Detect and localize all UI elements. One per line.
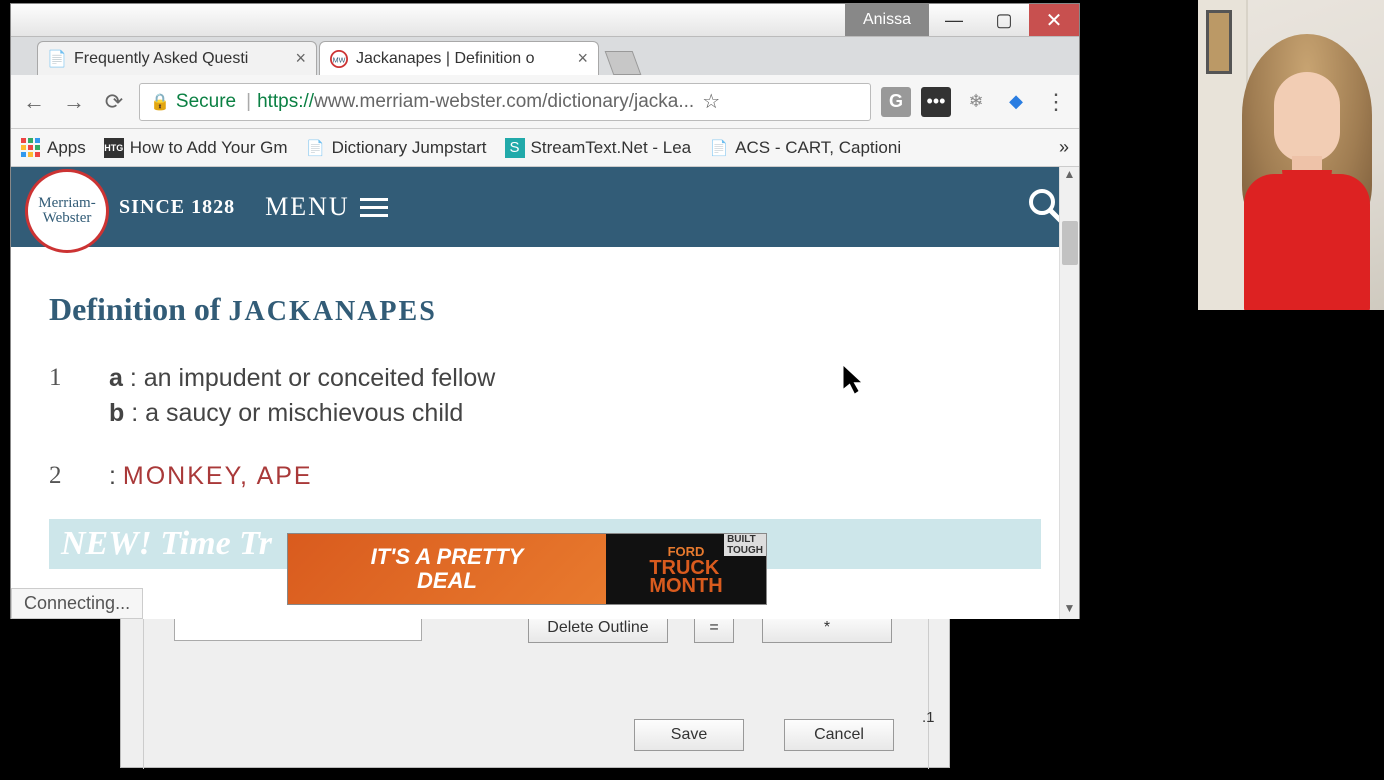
secure-label: Secure (176, 91, 236, 113)
menu-button[interactable]: MENU (265, 192, 388, 222)
hamburger-icon (360, 198, 388, 217)
profile-badge[interactable]: Anissa (845, 4, 929, 36)
version-label: .1 (922, 709, 935, 726)
chrome-window: Anissa — ▢ ✕ 📄 Frequently Asked Questi ×… (10, 3, 1080, 619)
extension-ellipsis-icon[interactable]: ••• (921, 87, 951, 117)
bookmarks-bar: Apps HTG How to Add Your Gm 📄 Dictionary… (11, 129, 1079, 167)
cross-ref-link[interactable]: APE (257, 462, 313, 490)
extension-gem-icon[interactable]: ◆ (1001, 87, 1031, 117)
scroll-down-icon[interactable]: ▼ (1064, 601, 1076, 619)
file-icon: 📄 (709, 138, 729, 158)
cross-ref-link[interactable]: MONKEY (123, 462, 240, 490)
bookmark-label: How to Add Your Gm (130, 138, 288, 158)
close-tab-icon[interactable]: × (295, 48, 306, 69)
background-dialog: Delete Outline = * Save Cancel .1 (120, 608, 950, 768)
definition-content: Definition of JACKANAPES 1 a : an impude… (11, 247, 1079, 569)
svg-text:MW: MW (333, 55, 346, 64)
tab-label: Jackanapes | Definition o (356, 50, 571, 68)
save-button[interactable]: Save (634, 719, 744, 751)
apps-grid-icon (21, 138, 41, 158)
bookmark-htg[interactable]: HTG How to Add Your Gm (104, 138, 288, 158)
bookmark-acs[interactable]: 📄 ACS - CART, Captioni (709, 138, 901, 158)
browser-toolbar: ← → ⟳ 🔒 Secure | https:// www.merriam-we… (11, 75, 1079, 129)
file-icon: 📄 (48, 50, 66, 68)
site-header: Merriam- Webster SINCE 1828 MENU (11, 167, 1079, 247)
separator: | (246, 91, 251, 113)
sense-number: 2 (49, 462, 69, 491)
bookmark-label: Dictionary Jumpstart (332, 138, 487, 158)
subsense-text: a saucy or mischievous child (145, 399, 463, 427)
address-bar[interactable]: 🔒 Secure | https:// www.merriam-webster.… (139, 83, 871, 121)
window-titlebar: Anissa — ▢ ✕ (11, 4, 1079, 37)
status-bar: Connecting... (11, 588, 143, 619)
scroll-thumb[interactable] (1062, 221, 1078, 265)
htg-icon: HTG (104, 138, 124, 158)
chrome-menu-button[interactable]: ⋮ (1041, 87, 1071, 117)
url-protocol: https:// (257, 91, 314, 113)
since-label: SINCE 1828 (119, 196, 235, 219)
subsense-text: an impudent or conceited fellow (144, 364, 496, 392)
tab-strip: 📄 Frequently Asked Questi × MW Jackanape… (11, 37, 1079, 75)
headword: JACKANAPES (229, 296, 437, 327)
mw-favicon: MW (330, 50, 348, 68)
scroll-up-icon[interactable]: ▲ (1064, 167, 1076, 185)
bookmark-overflow-button[interactable]: » (1059, 137, 1069, 158)
tab-label: Frequently Asked Questi (74, 50, 289, 68)
vertical-scrollbar[interactable]: ▲ ▼ (1059, 167, 1079, 619)
ad-banner[interactable]: IT'S A PRETTYDEAL ▷ FORD TRUCKMONTH BUIL… (287, 533, 767, 605)
bookmark-dictionary-jumpstart[interactable]: 📄 Dictionary Jumpstart (306, 138, 487, 158)
minimize-button[interactable]: — (929, 4, 979, 36)
back-button[interactable]: ← (19, 87, 49, 117)
forward-button[interactable]: → (59, 87, 89, 117)
window-controls: — ▢ ✕ (929, 4, 1079, 36)
sense-1a: a : an impudent or conceited fellow (109, 364, 495, 393)
apps-label: Apps (47, 138, 86, 158)
page-viewport: Merriam- Webster SINCE 1828 MENU Definit… (11, 167, 1079, 619)
sense-number: 1 (49, 364, 69, 434)
subsense-letter: b (109, 399, 124, 427)
sense-1: 1 a : an impudent or conceited fellow b … (49, 364, 1041, 434)
ad-truck: TRUCKMONTH (649, 559, 722, 595)
ad-right-panel: ▷ FORD TRUCKMONTH BUILTTOUGH (606, 534, 766, 604)
ad-built-tough: BUILTTOUGH (724, 534, 766, 556)
subsense-letter: a (109, 364, 123, 392)
file-icon: 📄 (306, 138, 326, 158)
new-tab-button[interactable] (605, 51, 642, 75)
reload-button[interactable]: ⟳ (99, 87, 129, 117)
webcam-overlay (1198, 0, 1384, 310)
senses: 1 a : an impudent or conceited fellow b … (49, 364, 1041, 491)
extension-g-icon[interactable]: G (881, 87, 911, 117)
ad-left-panel: IT'S A PRETTYDEAL (288, 534, 606, 604)
streamtext-icon: S (505, 138, 525, 158)
tab-jackanapes[interactable]: MW Jackanapes | Definition o × (319, 41, 599, 75)
mw-logo[interactable]: Merriam- Webster (25, 169, 109, 253)
tab-faq[interactable]: 📄 Frequently Asked Questi × (37, 41, 317, 75)
heading-prefix: Definition of (49, 291, 229, 327)
cancel-button[interactable]: Cancel (784, 719, 894, 751)
bookmark-label: StreamText.Net - Lea (531, 138, 692, 158)
logo-text-bottom: Webster (43, 211, 92, 226)
definition-heading: Definition of JACKANAPES (49, 291, 1041, 328)
apps-button[interactable]: Apps (21, 138, 86, 158)
logo-text-top: Merriam- (38, 196, 95, 211)
lock-icon: 🔒 (150, 92, 170, 112)
bookmark-label: ACS - CART, Captioni (735, 138, 901, 158)
sense-1b: b : a saucy or mischievous child (109, 399, 495, 428)
maximize-button[interactable]: ▢ (979, 4, 1029, 36)
sense-2: 2 : MONKEY, APE (49, 462, 1041, 491)
bookmark-streamtext[interactable]: S StreamText.Net - Lea (505, 138, 692, 158)
bookmark-star-icon[interactable]: ☆ (702, 89, 720, 114)
extension-snowflake-icon[interactable]: ❄ (961, 87, 991, 117)
menu-label: MENU (265, 192, 350, 222)
url-text: www.merriam-webster.com/dictionary/jacka… (314, 91, 694, 113)
close-tab-icon[interactable]: × (577, 48, 588, 69)
close-button[interactable]: ✕ (1029, 4, 1079, 36)
